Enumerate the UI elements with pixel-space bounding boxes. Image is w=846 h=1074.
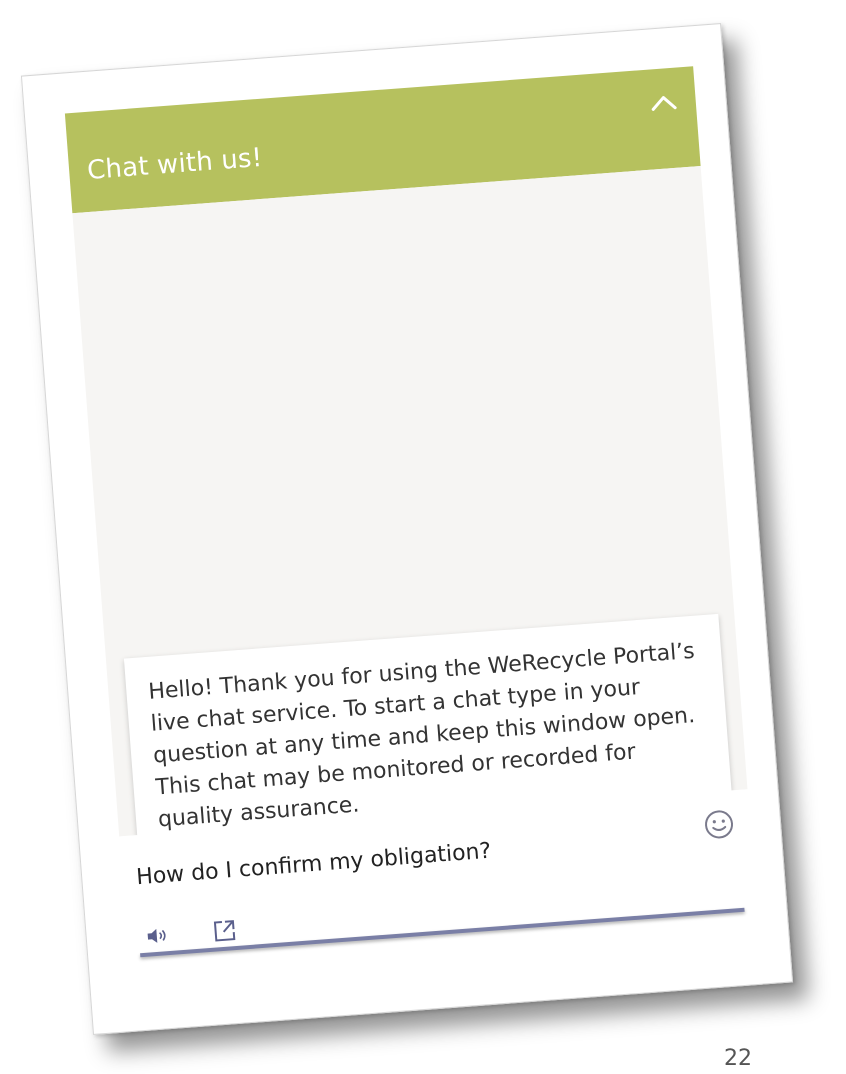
composer-toolbar <box>144 920 236 953</box>
message-input[interactable] <box>134 816 677 898</box>
popout-button[interactable] <box>210 916 240 946</box>
chat-widget: Chat with us! Hello! Thank you for using… <box>64 66 760 992</box>
page: Chat with us! Hello! Thank you for using… <box>0 0 846 1074</box>
chat-transcript[interactable]: Hello! Thank you for using the WeRecycle… <box>72 165 748 837</box>
speaker-icon <box>147 928 166 943</box>
chat-screenshot-card: Chat with us! Hello! Thank you for using… <box>20 23 794 1035</box>
chat-title: Chat with us! <box>86 142 264 186</box>
popout-icon <box>213 920 236 942</box>
page-number: 22 <box>724 1046 752 1071</box>
sound-toggle-button[interactable] <box>144 921 174 951</box>
collapse-button[interactable] <box>642 81 685 124</box>
emoji-button[interactable] <box>701 806 737 842</box>
smiley-icon <box>705 810 734 839</box>
chevron-up-icon <box>651 96 677 111</box>
